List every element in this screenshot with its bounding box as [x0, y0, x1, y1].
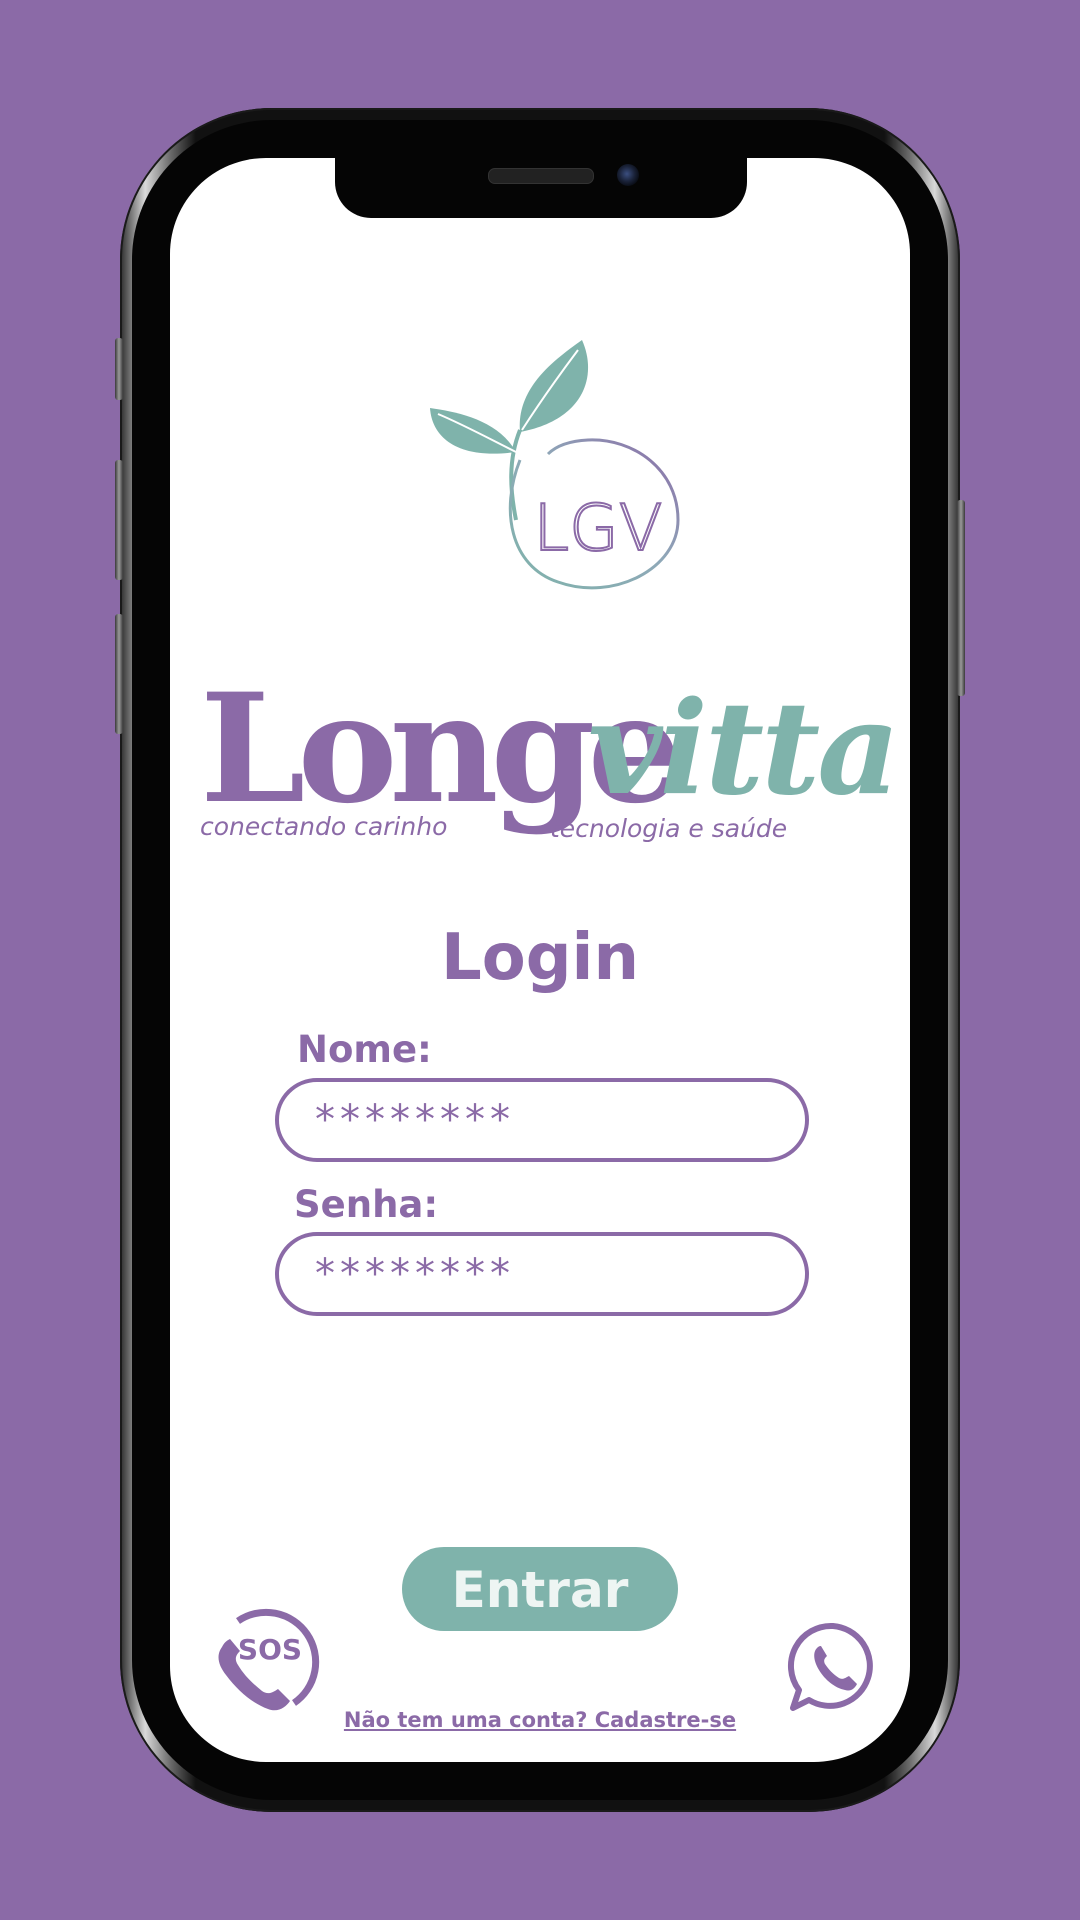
phone-notch — [335, 158, 747, 218]
volume-up-button — [115, 460, 123, 580]
whatsapp-icon[interactable] — [785, 1620, 881, 1716]
brand-name-part2: vitta — [588, 674, 900, 824]
name-input[interactable] — [315, 1082, 785, 1158]
page-title: Login — [440, 921, 640, 995]
login-button[interactable]: Entrar — [402, 1547, 678, 1631]
name-field-container — [275, 1078, 809, 1162]
tagline-right: tecnologia e saúde — [550, 814, 788, 843]
speaker-grille — [488, 168, 594, 184]
mute-switch — [115, 338, 123, 400]
sos-phone-icon[interactable]: SOS — [208, 1603, 320, 1715]
name-label: Nome: — [297, 1028, 432, 1071]
front-camera — [617, 164, 639, 186]
brand-wordmark: Longe vitta conectando carinho tecnologi… — [200, 674, 900, 843]
sos-label: SOS — [238, 1633, 302, 1666]
password-input[interactable] — [315, 1236, 785, 1312]
power-button — [957, 500, 965, 696]
logo-leaf-icon: LGV — [430, 340, 680, 590]
logo-monogram: LGV — [533, 492, 662, 566]
app-screen: LGV Longe vitta conectando carinho tecno… — [170, 158, 910, 1762]
password-label: Senha: — [294, 1183, 439, 1226]
password-field-container — [275, 1232, 809, 1316]
volume-down-button — [115, 614, 123, 734]
tagline-left: conectando carinho — [200, 812, 448, 841]
